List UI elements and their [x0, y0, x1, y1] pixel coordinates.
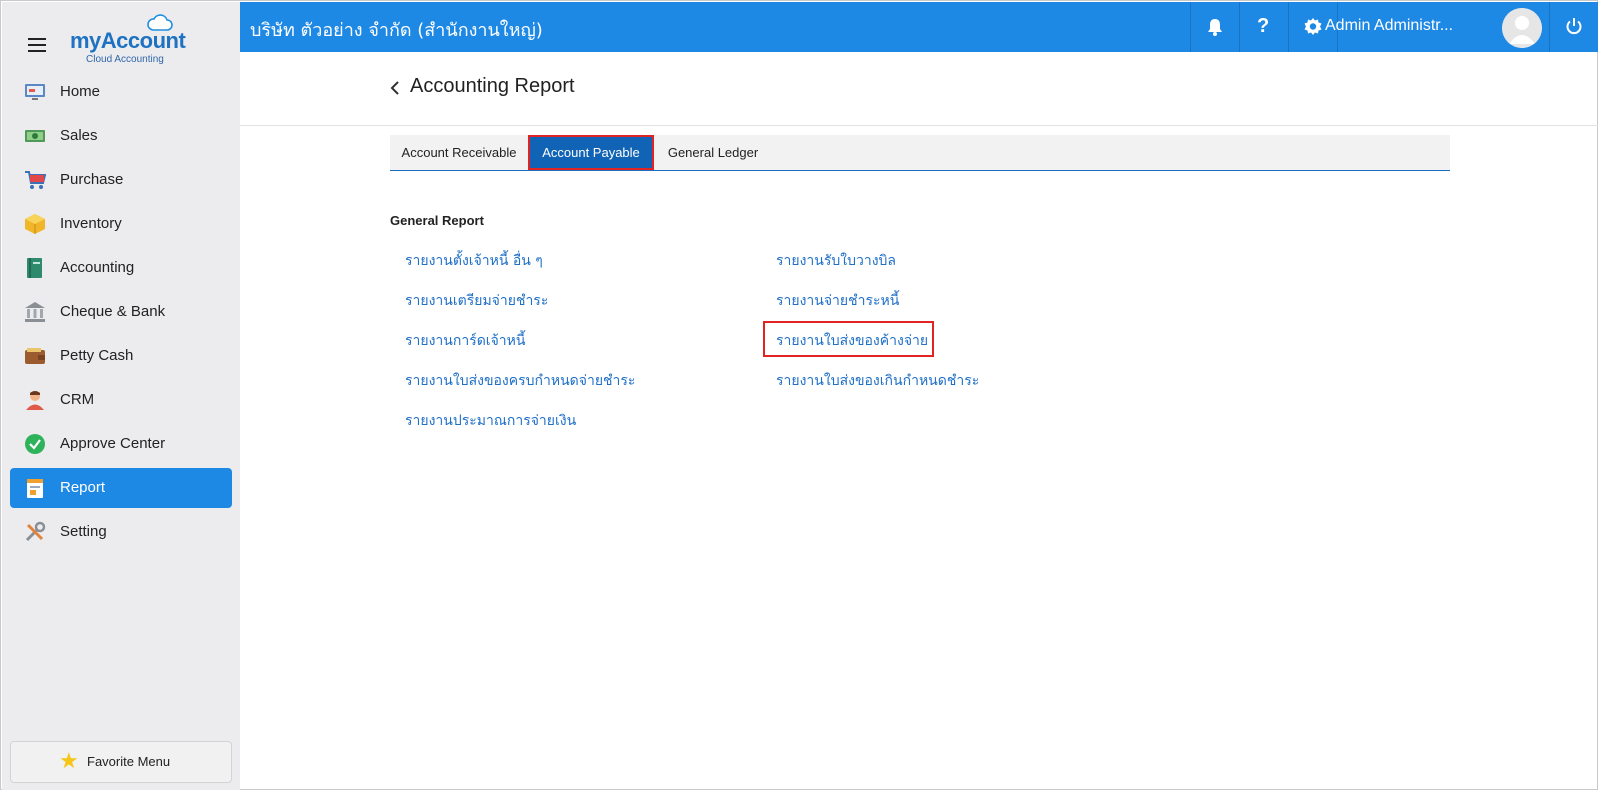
sidebar-item-cheque-bank[interactable]: Cheque & Bank	[10, 292, 232, 332]
report-link[interactable]: รายงานประมาณการจ่ายเงิน	[405, 410, 576, 432]
bell-icon	[1208, 19, 1222, 36]
sidebar-item-inventory[interactable]: Inventory	[10, 204, 232, 244]
sidebar-item-label: Accounting	[60, 259, 135, 276]
app-logo[interactable]: myAccount Cloud Accounting	[68, 12, 192, 65]
star-icon: ★	[59, 748, 79, 773]
top-bar: บริษัท ตัวอย่าง จำกัด (สำนักงานใหญ่) ? A…	[240, 2, 1598, 52]
page-title: Accounting Report	[410, 75, 575, 97]
sidebar-item-approve-center[interactable]: Approve Center	[10, 424, 232, 464]
logo-wordmark: myAccount	[70, 28, 186, 53]
cash-icon	[25, 130, 45, 142]
sidebar-item-report[interactable]: Report	[10, 468, 232, 508]
section-title: General Report	[390, 213, 484, 228]
gear-icon	[1304, 18, 1322, 35]
logout-button[interactable]	[1550, 2, 1598, 52]
app-window: myAccount Cloud Accounting Home Sales Pu…	[0, 0, 1598, 790]
sidebar-item-crm[interactable]: CRM	[10, 380, 232, 420]
sidebar-item-sales[interactable]: Sales	[10, 116, 232, 156]
report-link[interactable]: รายงานเตรียมจ่ายชำระ	[405, 290, 548, 312]
report-link[interactable]: รายงานใบส่งของครบกำหนดจ่ายชำระ	[405, 370, 635, 392]
company-name: บริษัท ตัวอย่าง จำกัด (สำนักงานใหญ่)	[250, 20, 543, 41]
report-link[interactable]: รายงานตั้งเจ้าหนี้ อื่น ๆ	[405, 250, 543, 272]
sidebar-item-label: Petty Cash	[60, 347, 134, 364]
sidebar-item-label: Sales	[60, 127, 98, 144]
logo-tagline: Cloud Accounting	[86, 54, 164, 65]
sidebar: myAccount Cloud Accounting Home Sales Pu…	[2, 2, 240, 790]
sidebar-item-label: Purchase	[60, 171, 124, 188]
power-icon	[1566, 18, 1582, 35]
tab-account-receivable[interactable]: Account Receivable	[390, 135, 528, 170]
ledger-book-icon	[27, 258, 42, 278]
bank-icon	[25, 302, 45, 322]
report-link[interactable]: รายงานรับใบวางบิล	[776, 250, 896, 272]
sidebar-item-accounting[interactable]: Accounting	[10, 248, 232, 288]
chevron-left-icon[interactable]	[388, 78, 402, 98]
report-link[interactable]: รายงานจ่ายชำระหนี้	[776, 290, 899, 312]
favorite-menu-label: Favorite Menu	[87, 754, 171, 769]
sidebar-item-label: Inventory	[60, 215, 122, 232]
report-link[interactable]: รายงานการ์ดเจ้าหนี้	[405, 330, 525, 352]
box-icon	[25, 214, 45, 234]
check-circle-icon	[25, 434, 45, 454]
user-silhouette-icon	[1502, 8, 1542, 48]
notifications-button[interactable]	[1191, 2, 1239, 52]
hamburger-menu-icon[interactable]	[28, 38, 46, 52]
cart-icon	[25, 171, 46, 189]
sidebar-item-purchase[interactable]: Purchase	[10, 160, 232, 200]
report-link-highlighted[interactable]: รายงานใบส่งของค้างจ่าย	[776, 330, 928, 352]
logo-area: myAccount Cloud Accounting	[2, 2, 240, 68]
person-icon	[26, 391, 44, 410]
report-tabs: Account Receivable Account Payable Gener…	[390, 135, 1450, 171]
sidebar-item-home[interactable]: Home	[10, 72, 232, 112]
sidebar-item-label: Home	[60, 83, 101, 100]
tools-icon	[25, 521, 46, 542]
sidebar-item-label: Cheque & Bank	[60, 303, 166, 320]
avatar[interactable]	[1502, 8, 1542, 48]
tab-general-ledger[interactable]: General Ledger	[654, 135, 772, 170]
page-header: Accounting Report	[240, 52, 1598, 126]
sidebar-item-petty-cash[interactable]: Petty Cash	[10, 336, 232, 376]
sidebar-item-setting[interactable]: Setting	[10, 512, 232, 552]
wallet-icon	[25, 348, 45, 364]
favorite-menu-button[interactable]: ★ Favorite Menu	[10, 741, 232, 783]
sidebar-item-label: Setting	[60, 523, 107, 540]
report-link[interactable]: รายงานใบส่งของเกินกำหนดชำระ	[776, 370, 979, 392]
sidebar-item-label: CRM	[60, 391, 95, 408]
help-button[interactable]: ?	[1240, 2, 1288, 52]
sidebar-item-label: Report	[60, 479, 106, 496]
report-icon	[27, 479, 43, 498]
user-name[interactable]: Admin Administr...	[1325, 17, 1453, 35]
home-monitor-icon	[25, 84, 45, 100]
help-icon: ?	[1257, 15, 1270, 37]
sidebar-item-label: Approve Center	[60, 435, 166, 452]
tab-account-payable[interactable]: Account Payable	[528, 135, 654, 170]
